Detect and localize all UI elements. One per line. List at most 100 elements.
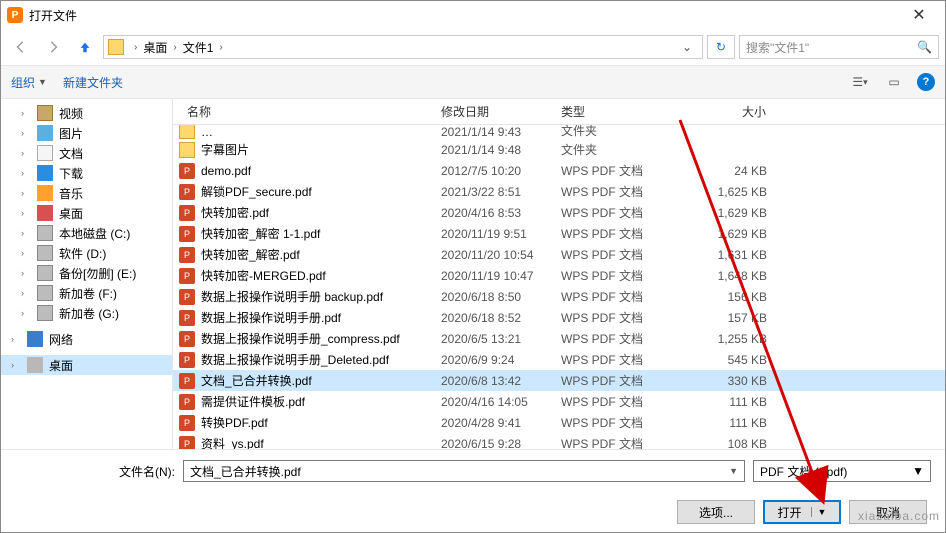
refresh-button[interactable]: ↻ <box>707 35 735 59</box>
sidebar-item[interactable]: ›音乐 <box>1 183 172 203</box>
sidebar-item[interactable]: ›下载 <box>1 163 172 183</box>
file-size: 1,625 KB <box>675 185 775 199</box>
desk-grey-icon <box>27 357 43 373</box>
file-date: 2020/6/9 9:24 <box>433 353 553 367</box>
back-button[interactable] <box>7 33 35 61</box>
table-row[interactable]: P快转加密-MERGED.pdf2020/11/19 10:47WPS PDF … <box>173 265 945 286</box>
sidebar-item[interactable]: ›图片 <box>1 123 172 143</box>
sidebar-item[interactable]: ›文档 <box>1 143 172 163</box>
app-icon: P <box>7 7 23 23</box>
table-row[interactable]: P需提供证件模板.pdf2020/4/16 14:05WPS PDF 文档111… <box>173 391 945 412</box>
forward-button[interactable] <box>39 33 67 61</box>
folder-icon <box>179 125 195 139</box>
chevron-icon: › <box>11 360 21 370</box>
col-size[interactable]: 大小 <box>675 103 775 120</box>
file-size: 1,631 KB <box>675 248 775 262</box>
file-size: 111 KB <box>675 395 775 409</box>
file-name: 数据上报操作说明手册_Deleted.pdf <box>201 351 433 368</box>
file-date: 2020/11/19 10:47 <box>433 269 553 283</box>
breadcrumb-folder[interactable]: 文件1 <box>183 39 214 56</box>
col-date[interactable]: 修改日期 <box>433 103 553 120</box>
file-date: 2020/4/16 8:53 <box>433 206 553 220</box>
sidebar-item[interactable]: ›本地磁盘 (C:) <box>1 223 172 243</box>
doc-icon <box>37 145 53 161</box>
sidebar-item[interactable]: ›新加卷 (G:) <box>1 303 172 323</box>
filename-input[interactable]: 文档_已合并转换.pdf ▼ <box>183 460 745 482</box>
cancel-button[interactable]: 取消 <box>849 500 927 524</box>
table-row[interactable]: Pdemo.pdf2012/7/5 10:20WPS PDF 文档24 KB <box>173 160 945 181</box>
folder-brown-icon <box>37 105 53 121</box>
file-date: 2021/1/14 9:48 <box>433 143 553 157</box>
chevron-right-icon: › <box>219 42 222 53</box>
file-type: WPS PDF 文档 <box>553 225 675 242</box>
up-button[interactable] <box>71 33 99 61</box>
chevron-down-icon[interactable]: ▼ <box>729 466 738 476</box>
file-pane: 名称 修改日期 类型 大小 … 2021/1/14 9:43 文件夹 字幕图片2… <box>173 99 945 449</box>
sidebar-item[interactable]: ›软件 (D:) <box>1 243 172 263</box>
table-row[interactable]: 字幕图片2021/1/14 9:48文件夹 <box>173 139 945 160</box>
sidebar-item[interactable]: ›备份[勿删] (E:) <box>1 263 172 283</box>
table-row[interactable]: P数据上报操作说明手册_Deleted.pdf2020/6/9 9:24WPS … <box>173 349 945 370</box>
table-row[interactable]: P快转加密_解密.pdf2020/11/20 10:54WPS PDF 文档1,… <box>173 244 945 265</box>
table-row[interactable]: P数据上报操作说明手册_compress.pdf2020/6/5 13:21WP… <box>173 328 945 349</box>
file-date: 2020/4/28 9:41 <box>433 416 553 430</box>
table-row[interactable]: P解锁PDF_secure.pdf2021/3/22 8:51WPS PDF 文… <box>173 181 945 202</box>
file-name: 数据上报操作说明手册_compress.pdf <box>201 330 433 347</box>
net-icon <box>27 331 43 347</box>
table-row[interactable]: P资料_ys.pdf2020/6/15 9:28WPS PDF 文档108 KB <box>173 433 945 449</box>
chevron-icon: › <box>21 228 31 238</box>
breadcrumb[interactable]: › 桌面 › 文件1 › ⌄ <box>103 35 703 59</box>
open-button[interactable]: 打开▼ <box>763 500 841 524</box>
table-row[interactable]: P快转加密.pdf2020/4/16 8:53WPS PDF 文档1,629 K… <box>173 202 945 223</box>
file-size: 24 KB <box>675 164 775 178</box>
file-size: 111 KB <box>675 416 775 430</box>
chevron-icon: › <box>11 334 21 344</box>
file-type-filter[interactable]: PDF 文档 (*.pdf) ▼ <box>753 460 931 482</box>
table-row[interactable]: P数据上报操作说明手册 backup.pdf2020/6/18 8:50WPS … <box>173 286 945 307</box>
breadcrumb-dropdown[interactable]: ⌄ <box>676 40 698 54</box>
chevron-icon: › <box>21 288 31 298</box>
down-icon <box>37 165 53 181</box>
col-name[interactable]: 名称 <box>179 103 433 120</box>
file-date: 2020/11/19 9:51 <box>433 227 553 241</box>
table-row[interactable]: P数据上报操作说明手册.pdf2020/6/18 8:52WPS PDF 文档1… <box>173 307 945 328</box>
window-title: 打开文件 <box>29 7 899 24</box>
table-row[interactable]: P转换PDF.pdf2020/4/28 9:41WPS PDF 文档111 KB <box>173 412 945 433</box>
file-name: 快转加密_解密 1-1.pdf <box>201 225 433 242</box>
file-name: 快转加密_解密.pdf <box>201 246 433 263</box>
sidebar-group[interactable]: › 网络 <box>1 329 172 349</box>
new-folder-button[interactable]: 新建文件夹 <box>63 74 123 91</box>
view-mode-button[interactable]: ☰▾ <box>849 73 871 91</box>
chevron-right-icon: › <box>173 42 176 53</box>
help-button[interactable]: ? <box>917 73 935 91</box>
sidebar-item-label: 新加卷 (F:) <box>59 285 117 302</box>
preview-pane-button[interactable]: ▭ <box>883 73 905 91</box>
pdf-icon: P <box>179 331 195 347</box>
sidebar-group[interactable]: ›桌面 <box>1 355 172 375</box>
col-type[interactable]: 类型 <box>553 103 675 120</box>
close-button[interactable]: ✕ <box>899 1 939 29</box>
sidebar-item-label: 网络 <box>49 331 73 348</box>
table-row[interactable]: P 快转加密_解密 1-1.pdf2020/11/19 9:51WPS PDF 文… <box>173 223 945 244</box>
desk-icon <box>37 205 53 221</box>
file-size: 1,648 KB <box>675 269 775 283</box>
file-type: WPS PDF 文档 <box>553 162 675 179</box>
filename-label: 文件名(N): <box>15 463 175 480</box>
column-headers: 名称 修改日期 类型 大小 <box>173 99 945 125</box>
sidebar-item[interactable]: ›视频 <box>1 103 172 123</box>
breadcrumb-root[interactable]: 桌面 <box>143 39 167 56</box>
file-type: WPS PDF 文档 <box>553 435 675 449</box>
chevron-down-icon[interactable]: ▼ <box>912 464 924 478</box>
file-size: 1,629 KB <box>675 227 775 241</box>
table-row[interactable]: … 2021/1/14 9:43 文件夹 <box>173 125 945 139</box>
organize-button[interactable]: 组织▼ <box>11 74 47 91</box>
table-row[interactable]: P文档_已合并转换.pdf2020/6/8 13:42WPS PDF 文档330… <box>173 370 945 391</box>
sidebar-item[interactable]: ›桌面 <box>1 203 172 223</box>
file-type: WPS PDF 文档 <box>553 309 675 326</box>
search-input[interactable]: 搜索"文件1" 🔍 <box>739 35 939 59</box>
file-name: 数据上报操作说明手册 backup.pdf <box>201 288 433 305</box>
options-button[interactable]: 选项... <box>677 500 755 524</box>
pdf-icon: P <box>179 226 195 242</box>
file-list[interactable]: … 2021/1/14 9:43 文件夹 字幕图片2021/1/14 9:48文… <box>173 125 945 449</box>
sidebar-item[interactable]: › 新加卷 (F:) <box>1 283 172 303</box>
